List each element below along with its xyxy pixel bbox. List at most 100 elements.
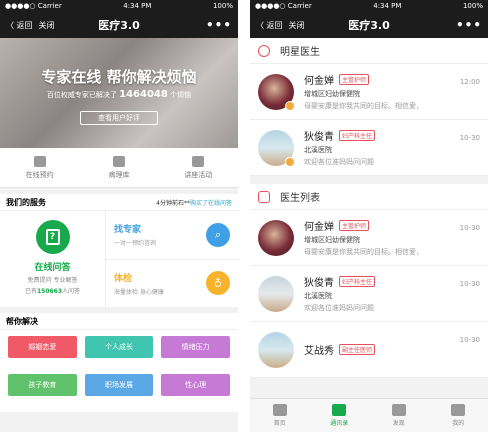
close-button[interactable]: 关闭	[39, 20, 55, 31]
star-badge-icon	[285, 100, 295, 111]
quick-label: 病理库	[108, 170, 130, 179]
checkup-card[interactable]: 体检 海量体检 身心健康 ♁	[106, 260, 238, 308]
tag-growth[interactable]: 个人成长	[84, 336, 154, 358]
user-icon	[451, 404, 466, 416]
status-bar: ●●●●○ Carrier 4:34 PM 100%	[250, 0, 488, 12]
doctor-desc: 母婴安康是你我共同的目标。相信爱，	[304, 102, 423, 110]
recent-activity: 4分钟前石**购买了在线问答	[156, 198, 232, 207]
star-doctors-title: 明星医生	[280, 47, 320, 58]
doctor-card[interactable]: 艾战秀 副主任医师 10-30	[250, 322, 488, 378]
star-doctors-header: 明星医生	[250, 38, 488, 64]
tab-label: 我的	[452, 420, 465, 427]
doctor-time: 12:00	[459, 78, 480, 86]
status-time: 4:34 PM	[373, 2, 402, 10]
more-button[interactable]: •••	[206, 18, 232, 32]
quick-pathology[interactable]: 病理库	[79, 148, 158, 187]
services-panel: ? 在线问答 免费提问 专业解答 已有150663人问答 找专家 一对一预约咨询…	[0, 211, 238, 307]
help-title: 帮你解决	[6, 316, 38, 326]
quick-online-booking[interactable]: 在线预约	[0, 148, 79, 187]
doctor-time: 10-30	[459, 336, 480, 344]
doctor-title-badge: 副主任医师	[339, 344, 376, 355]
tag-psychology[interactable]: 性心理	[161, 374, 230, 396]
count-prefix: 已有	[24, 288, 37, 295]
search-icon: ⌕	[206, 222, 230, 247]
doctor-name: 艾战秀	[304, 346, 334, 357]
help-header: 帮你解决	[0, 313, 238, 330]
battery-label: 100%	[212, 2, 233, 10]
tag-marriage[interactable]: 婚姻恋爱	[8, 336, 77, 358]
status-time: 4:34 PM	[123, 2, 152, 10]
tab-contacts[interactable]: 通讯录	[310, 399, 370, 432]
back-button[interactable]: 〈 返回	[6, 20, 33, 31]
recent-highlight: 购买了在线问答	[189, 199, 232, 207]
doctor-card[interactable]: 狄俊青 妇产科主任 北溪医院 欢迎各位准妈妈问问题 10-30	[250, 120, 488, 176]
recent-prefix: 4分钟前石**	[156, 199, 190, 207]
promo-banner[interactable]: 专家在线 帮你解决烦恼 百位权威专家已解决了 1464048 个烦恼 查看用户好…	[0, 38, 238, 148]
doctor-name: 何金婵	[304, 76, 334, 87]
tab-label: 通讯录	[330, 420, 349, 427]
tab-discover[interactable]: 发现	[369, 399, 429, 432]
doctor-title-badge: 妇产科主任	[339, 276, 376, 287]
banner-title: 专家在线 帮你解决烦恼	[41, 68, 197, 86]
doctor-list-header: 医生列表	[250, 184, 488, 210]
back-button[interactable]: 〈 返回	[256, 20, 283, 31]
status-bar: ●●●●○ Carrier 4:34 PM 100%	[0, 0, 238, 12]
avatar	[258, 73, 295, 111]
find-expert-desc: 一对一预约咨询	[114, 240, 157, 248]
avatar	[258, 219, 294, 256]
doctor-time: 10-30	[459, 224, 480, 232]
carrier-label: ●●●●○ Carrier	[255, 2, 312, 10]
doctor-title-badge: 妇产科主任	[339, 130, 376, 141]
doctor-desc: 欢迎各位准妈妈问问题	[304, 158, 374, 166]
doctor-card[interactable]: 何金婵 主管护师 增城区妇幼保健院 母婴安康是你我共同的目标。相信爱， 10-3…	[250, 210, 488, 266]
quick-actions: 在线预约 病理库 讲座活动	[0, 148, 238, 188]
doctor-card[interactable]: 何金婵 主管护师 增城区妇幼保健院 母婴安康是你我共同的目标。相信爱， 12:0…	[250, 64, 488, 120]
avatar	[258, 129, 295, 167]
banner-subtitle: 百位权威专家已解决了 1464048 个烦恼	[0, 89, 238, 100]
nav-bar: 〈 返回 关闭 医疗3.0 •••	[0, 12, 238, 38]
quick-label: 在线预约	[25, 170, 54, 179]
quick-lectures[interactable]: 讲座活动	[159, 148, 238, 187]
star-badge-icon	[285, 156, 295, 167]
doctor-time: 10-30	[459, 280, 480, 288]
doctor-desc: 母婴安康是你我共同的目标。相信爱，	[304, 248, 423, 256]
left-phone-screen: ●●●●○ Carrier 4:34 PM 100% 〈 返回 关闭 医疗3.0…	[0, 0, 238, 432]
tag-education[interactable]: 孩子教育	[8, 374, 77, 396]
find-expert-card[interactable]: 找专家 一对一预约咨询 ⌕	[106, 211, 238, 260]
tab-profile[interactable]: 我的	[429, 399, 488, 432]
checkup-title: 体检	[114, 273, 133, 284]
services-title: 我们的服务	[6, 197, 46, 207]
doctor-card[interactable]: 狄俊青 妇产科主任 北溪医院 欢迎各位准妈妈问问题 10-30	[250, 266, 488, 322]
count-suffix: 人问答	[62, 288, 81, 295]
doctor-hospital: 北溪医院	[304, 146, 332, 154]
doctor-name: 何金婵	[304, 222, 334, 233]
doctor-hospital: 增城区妇幼保健院	[304, 236, 360, 244]
bell-icon	[258, 44, 270, 57]
home-icon	[272, 404, 287, 416]
tab-label: 发现	[392, 420, 405, 427]
carrier-label: ●●●●○ Carrier	[5, 2, 62, 10]
doctor-hospital: 增城区妇幼保健院	[304, 90, 360, 98]
right-phone-screen: ●●●●○ Carrier 4:34 PM 100% 〈 返回 关闭 医疗3.0…	[250, 0, 488, 432]
more-button[interactable]: •••	[456, 18, 482, 32]
cup-icon	[192, 155, 205, 167]
doctor-list-title: 医生列表	[280, 193, 320, 204]
help-tags: 婚姻恋爱 个人成长 情绪压力 孩子教育 职场发展 性心理	[0, 330, 238, 412]
tag-stress[interactable]: 情绪压力	[161, 336, 230, 358]
list-icon	[258, 190, 270, 203]
tab-label: 首页	[273, 420, 286, 427]
tab-home[interactable]: 首页	[250, 399, 310, 432]
banner-sub-prefix: 百位权威专家已解决了	[46, 91, 117, 99]
avatar	[258, 331, 294, 368]
online-qa-card[interactable]: ? 在线问答 免费提问 专业解答 已有150663人问答	[0, 211, 106, 307]
doctor-title-badge: 主管护师	[339, 74, 370, 85]
question-icon: ?	[35, 220, 70, 254]
quick-label: 讲座活动	[184, 170, 213, 179]
tag-career[interactable]: 职场发展	[84, 374, 154, 396]
doctor-name: 狄俊青	[304, 132, 334, 143]
close-button[interactable]: 关闭	[289, 20, 305, 31]
services-header: 我们的服务 4分钟前石**购买了在线问答	[0, 194, 238, 211]
banner-sub-suffix: 个烦恼	[170, 91, 192, 99]
document-icon	[112, 155, 125, 167]
view-reviews-button[interactable]: 查看用户好评	[80, 111, 158, 125]
